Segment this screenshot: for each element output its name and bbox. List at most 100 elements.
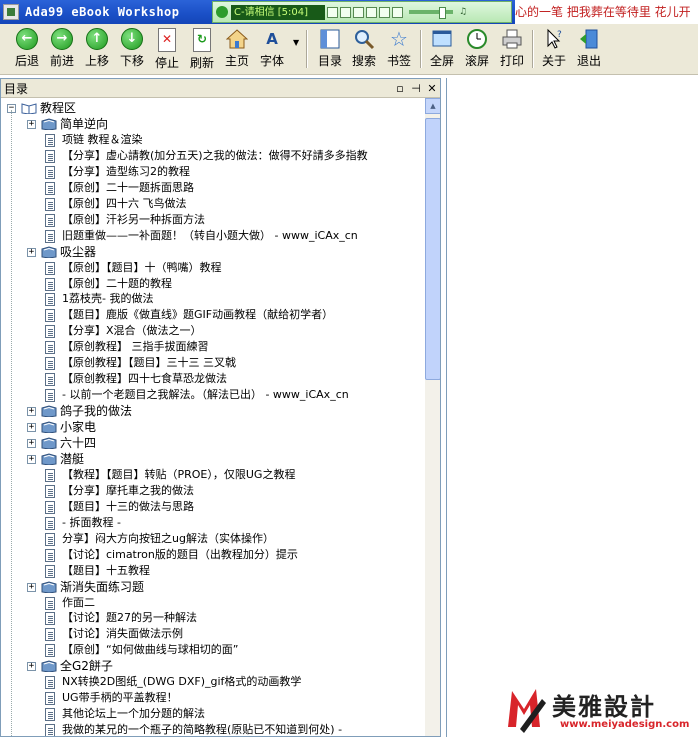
tree-page-item[interactable]: 分享】闷大方向按钮之ug解法（实体操作）	[45, 531, 423, 547]
tree-page-item[interactable]: 【题目】十三的做法与思路	[45, 499, 423, 515]
tree-item-label: NX转换2D图纸_(DWG DXF)_gif格式的动画教学	[62, 675, 302, 689]
player-track: C-请相信 [5:04]	[231, 4, 325, 20]
tree-item-label: 【原创】四十六 飞鸟做法	[62, 196, 187, 210]
page-icon	[45, 468, 55, 482]
expand-icon[interactable]: +	[27, 582, 36, 592]
tree-folder-item[interactable]: + 渐消失面练习题	[27, 579, 423, 595]
expand-icon[interactable]: +	[27, 439, 36, 448]
font-button[interactable]: A 字体	[254, 28, 290, 69]
home-icon	[225, 28, 249, 50]
tree-page-item[interactable]: 【题目】十五教程	[45, 563, 423, 579]
tree-page-item[interactable]: 我做的某兄的一个瓶子的简略教程(原贴已不知道到何处) -	[45, 722, 423, 736]
page-icon	[45, 564, 55, 578]
toc-button[interactable]: 目录	[312, 28, 348, 69]
tree-folder-item[interactable]: + 吸尘器	[27, 244, 423, 260]
tree-page-item[interactable]: 【原创教程】 三指手拔面練習	[45, 339, 423, 355]
tree-page-item[interactable]: 项链 教程＆渲染	[45, 132, 423, 148]
player-logo-icon	[216, 6, 228, 18]
toc-scrollbar[interactable]: ▲	[425, 98, 440, 736]
tree-item-label: 分享】闷大方向按钮之ug解法（实体操作）	[62, 531, 274, 545]
back-button[interactable]: ← 后退	[9, 28, 45, 69]
tree-root-label: 教程区	[40, 101, 77, 115]
help-pointer-icon: ?	[543, 28, 565, 50]
tree-folder-item[interactable]: + 潜艇	[27, 451, 423, 467]
pane-close-icon[interactable]: ✕	[424, 82, 440, 95]
page-icon	[45, 197, 55, 211]
tree-page-item[interactable]: 【讨论】消失面做法示例	[45, 626, 423, 642]
bookmark-button[interactable]: ☆ 书签	[381, 28, 417, 69]
down-button[interactable]: ↓ 下移	[114, 28, 150, 69]
page-icon	[45, 612, 55, 626]
tree-item-label: 【原创】【题目】十（鸭嘴）教程	[62, 260, 222, 274]
forward-button[interactable]: → 前进	[44, 28, 80, 69]
tree-item-label: 【分享】摩托車之我的做法	[62, 483, 194, 497]
tree-page-item[interactable]: 【原创】四十六 飞鸟做法	[45, 196, 423, 212]
tree-page-item[interactable]: 【原创教程】【题目】三十三 三叉戟	[45, 355, 423, 371]
expand-icon[interactable]: +	[27, 247, 36, 257]
tree-page-item[interactable]: 作面二	[45, 595, 423, 611]
tree-page-item[interactable]: 【原创】二十题的教程	[45, 276, 423, 292]
tree-page-item[interactable]: 【原创】“如何做曲线与球相切的面”	[45, 642, 423, 658]
book-icon	[41, 405, 57, 418]
expand-icon[interactable]: +	[27, 454, 36, 464]
expand-icon[interactable]: +	[27, 423, 36, 433]
prev-icon[interactable]	[327, 6, 338, 18]
expand-icon[interactable]: +	[27, 662, 36, 672]
scroll-up-icon[interactable]: ▲	[425, 98, 440, 114]
tree-page-item[interactable]: 【分享】造型练习2的教程	[45, 164, 423, 180]
up-button[interactable]: ↑ 上移	[79, 28, 115, 69]
tree-page-item[interactable]: 【原创教程】四十七食草恐龙做法	[45, 371, 423, 387]
tree-page-item[interactable]: 【原创】【题目】十（鸭嘴）教程	[45, 260, 423, 276]
tree-folder-item[interactable]: + 六十四	[27, 435, 423, 451]
tree-page-item[interactable]: 旧题重做——一补面题！（转自小题大做） - www_iCAx_cn	[45, 228, 423, 244]
tree-folder-item[interactable]: + 小家电	[27, 419, 423, 435]
printer-icon	[501, 28, 523, 50]
fullscreen-button[interactable]: 全屏	[424, 28, 460, 69]
refresh-button[interactable]: ↻ 刷新	[184, 28, 220, 71]
search-button[interactable]: 搜索	[346, 28, 382, 69]
tree-page-item[interactable]: - 以前一个老题目之我解法。（解法已出） - www_iCAx_cn	[45, 387, 423, 403]
tree-root[interactable]: − 教程区	[7, 100, 307, 116]
home-button[interactable]: 主页	[219, 28, 255, 69]
list-icon[interactable]	[392, 6, 403, 18]
tree-page-item[interactable]: 【讨论】题27的另一种解法	[45, 610, 423, 626]
expand-icon[interactable]: +	[27, 120, 36, 129]
tree-page-item[interactable]: 1荔枝壳- 我的做法	[45, 291, 423, 307]
volume-slider[interactable]	[409, 7, 453, 19]
print-button[interactable]: 打印	[494, 28, 530, 69]
next-icon[interactable]	[366, 6, 377, 18]
svg-text:?: ?	[557, 30, 562, 40]
player-mini-icon[interactable]: ♫	[459, 7, 467, 17]
tree-page-item[interactable]: NX转换2D图纸_(DWG DXF)_gif格式的动画教学	[45, 674, 423, 690]
search-label: 搜索	[351, 54, 376, 68]
pane-pin-icon[interactable]: ⊣	[408, 82, 424, 95]
tree-page-item[interactable]: 【分享】X混合（做法之一）	[45, 323, 423, 339]
tree-folder-item[interactable]: + 鸽子我的做法	[27, 403, 423, 419]
tree-page-item[interactable]: UG带手柄的平盖教程！	[45, 690, 423, 706]
tree-page-item[interactable]: 【题目】鹿版《做直线》题GIF动画教程（献给初学者）	[45, 307, 423, 323]
tree-page-item[interactable]: 【原创】二十一题拆面思路	[45, 180, 423, 196]
tree-page-item[interactable]: - 拆面教程 -	[45, 515, 423, 531]
tree-page-item[interactable]: 【讨论】cimatron版的题目（出教程加分）提示	[45, 547, 423, 563]
scroll-thumb[interactable]	[425, 118, 440, 380]
page-icon	[45, 341, 55, 355]
play-icon[interactable]	[340, 6, 351, 18]
stop-label: 停止	[154, 56, 179, 70]
stop-button[interactable]: ✕ 停止	[149, 28, 185, 71]
book-icon	[41, 453, 57, 466]
font-dropdown-icon[interactable]: ▼	[293, 38, 299, 47]
tree-page-item[interactable]: 【分享】摩托車之我的做法	[45, 483, 423, 499]
autoscroll-button[interactable]: 滚屏	[459, 28, 495, 69]
tree-page-item[interactable]: 【教程】【题目】转贴（PROE），仅限UG之教程	[45, 467, 423, 483]
pause-icon[interactable]	[353, 6, 364, 18]
tree-folder-item[interactable]: + 简单逆向	[27, 116, 423, 132]
stop-icon[interactable]	[379, 6, 390, 18]
tree-page-item[interactable]: 其他论坛上一个加分题的解法	[45, 706, 423, 722]
pane-menu-icon[interactable]: ▫	[392, 82, 408, 95]
tree-page-item[interactable]: 【分享】虚心請教(加分五天)之我的做法：做得不好請多多指教	[45, 148, 423, 164]
tree-folder-item[interactable]: + 全G2餅子	[27, 658, 423, 674]
expand-icon[interactable]: +	[27, 407, 36, 417]
tree-page-item[interactable]: 【原创】汗衫另一种拆面方法	[45, 212, 423, 228]
exit-button[interactable]: 退出	[571, 28, 607, 69]
about-button[interactable]: ? 关于	[536, 28, 572, 69]
